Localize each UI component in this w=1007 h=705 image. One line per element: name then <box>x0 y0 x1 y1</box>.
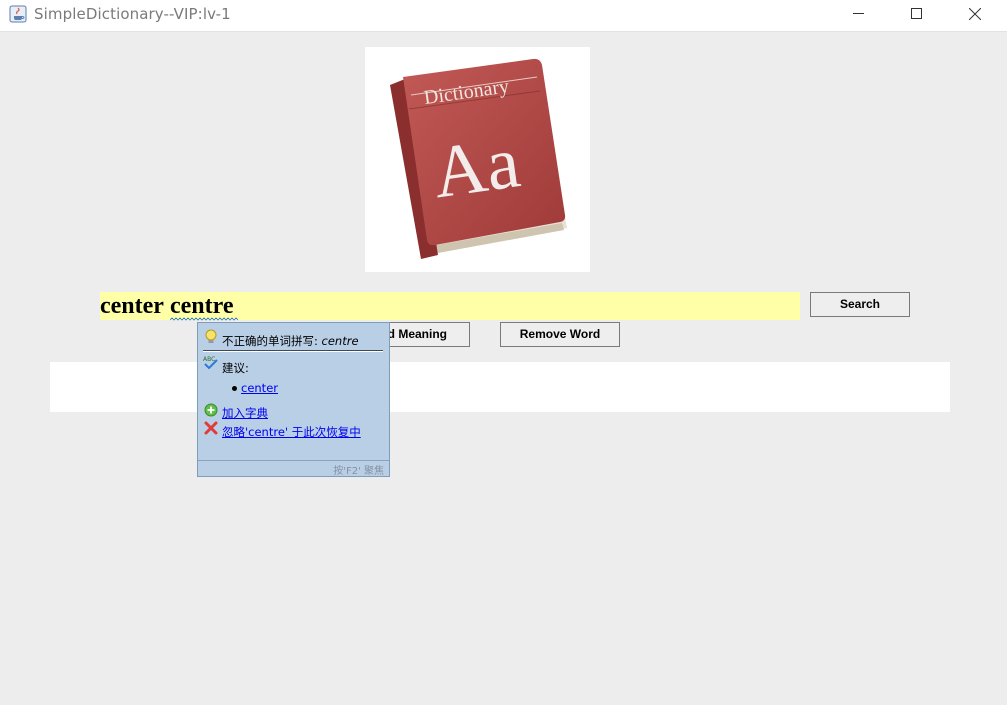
minimize-icon <box>853 13 864 14</box>
title-bar: SimpleDictionary--VIP:lv-1 <box>0 0 1007 32</box>
minimize-button[interactable] <box>836 0 882 31</box>
misspelled-word-text: centre <box>169 293 234 319</box>
spell-check-popup: 不正确的单词拼写: centre ABC 建议: center 加入字典 忽略'… <box>197 322 390 477</box>
popup-footer-divider <box>198 460 389 461</box>
java-app-icon <box>9 5 27 23</box>
search-button[interactable]: Search <box>810 292 910 317</box>
spellcheck-icon: ABC <box>203 356 218 370</box>
spell-error-underline <box>169 317 238 321</box>
svg-text:ABC: ABC <box>203 356 215 363</box>
popup-header-word: centre <box>321 334 359 348</box>
input-word-2-misspelled: centre <box>169 292 238 321</box>
popup-header-label: 不正确的单词拼写: <box>222 334 322 348</box>
close-icon <box>969 8 981 20</box>
add-icon <box>204 403 218 417</box>
popup-footer-hint: 按'F2' 聚焦 <box>333 466 384 477</box>
logo-text-main: Aa <box>428 121 525 214</box>
suggestion-bullet <box>232 386 237 391</box>
maximize-button[interactable] <box>894 0 940 31</box>
word-input[interactable]: center centre <box>100 292 800 321</box>
maximize-icon <box>911 8 922 19</box>
ignore-icon <box>204 421 218 435</box>
result-area <box>50 362 950 412</box>
popup-header: 不正确的单词拼写: centre <box>222 333 359 349</box>
bulb-icon <box>205 329 217 343</box>
ignore-link[interactable]: 忽略'centre' 于此次恢复中 <box>222 424 361 440</box>
dictionary-logo: Dictionary Aa <box>365 47 590 272</box>
window-title: SimpleDictionary--VIP:lv-1 <box>34 5 231 23</box>
suggestion-link[interactable]: center <box>241 381 278 395</box>
popup-separator <box>203 350 383 352</box>
remove-word-button[interactable]: Remove Word <box>500 322 620 347</box>
input-word-1: center <box>100 293 164 319</box>
suggestions-label: 建议: <box>222 361 249 375</box>
add-to-dictionary-link[interactable]: 加入字典 <box>222 405 268 421</box>
close-button[interactable] <box>952 0 998 31</box>
